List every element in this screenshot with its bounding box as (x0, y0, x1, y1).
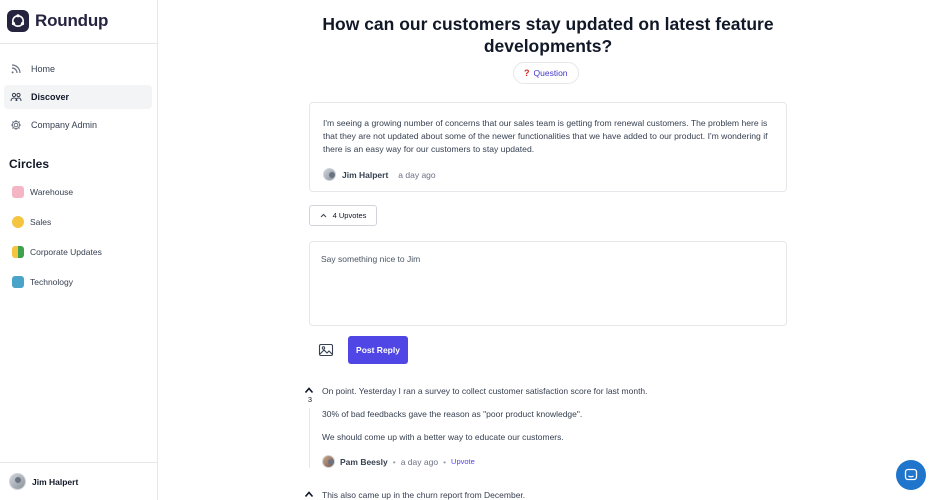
question-mark-icon: ? (524, 68, 530, 78)
separator-dot: • (392, 456, 396, 467)
rss-icon (11, 64, 21, 74)
brand[interactable]: Roundup (7, 10, 108, 32)
comment-body: On point. Yesterday I ran a survey to co… (322, 386, 792, 468)
comment: 3 On point. Yesterday I ran a survey to … (304, 386, 804, 476)
chevron-up-icon[interactable] (304, 490, 314, 498)
comment-paragraph: On point. Yesterday I ran a survey to co… (322, 386, 648, 396)
vote-count: 3 (307, 395, 313, 404)
circle-item-label: Warehouse (30, 187, 74, 197)
question-badge-label: Question (533, 68, 568, 78)
upvote-link[interactable]: Upvote (451, 457, 475, 466)
thread-line (309, 408, 310, 468)
vote-column (304, 490, 316, 498)
circle-item-label: Sales (30, 217, 52, 227)
vote-column: 3 (304, 386, 316, 404)
current-user-name: Jim Halpert (32, 476, 79, 487)
circles-list: Warehouse Sales Corporate Updates Techno… (4, 180, 152, 300)
money-face-emoji-icon (12, 216, 24, 228)
robot-emoji-icon (12, 276, 24, 288)
image-upload-icon[interactable] (318, 342, 334, 358)
nav-item-home[interactable]: Home (4, 57, 152, 81)
chat-launcher-button[interactable] (896, 460, 926, 490)
circle-item-technology[interactable]: Technology (4, 270, 152, 294)
circle-item-label: Technology (30, 277, 74, 287)
divider (0, 43, 157, 44)
comment-paragraph: This also came up in the churn report fr… (322, 490, 526, 500)
timestamp: a day ago (398, 169, 436, 180)
nav-item-discover[interactable]: Discover (4, 85, 152, 109)
comment-paragraph: 30% of bad feedbacks gave the reason as … (322, 409, 583, 419)
comment-body: This also came up in the churn report fr… (322, 490, 792, 500)
post-reply-button[interactable]: Post Reply (348, 336, 408, 364)
gear-icon (11, 120, 21, 130)
avatar[interactable] (322, 455, 335, 468)
comment: This also came up in the churn report fr… (304, 490, 804, 500)
separator-dot: • (443, 456, 447, 467)
chevron-up-icon (320, 213, 326, 218)
circle-item-label: Corporate Updates (30, 247, 102, 257)
circle-item-warehouse[interactable]: Warehouse (4, 180, 152, 204)
circle-item-sales[interactable]: Sales (4, 210, 152, 234)
upvote-button[interactable]: 4 Upvotes (309, 205, 377, 226)
chevron-up-icon[interactable] (304, 386, 314, 394)
question-meta: Jim Halpert a day ago (323, 168, 436, 181)
brand-name: Roundup (35, 11, 109, 30)
page-title: How can our customers stay updated on la… (322, 14, 774, 56)
author-name[interactable]: Pam Beesly (340, 457, 388, 467)
roundup-logo-icon (7, 10, 29, 32)
comment-paragraph: We should come up with a better way to e… (322, 432, 564, 442)
question-badge: ? Question (513, 62, 579, 84)
nav-item-label: Discover (31, 92, 70, 102)
author-name[interactable]: Jim Halpert (342, 170, 388, 180)
beginner-emoji-icon (12, 246, 24, 258)
avatar[interactable] (323, 168, 336, 181)
main-nav: Home Discover Company Admin (4, 57, 152, 141)
nav-item-label: Home (31, 64, 56, 74)
nav-item-label: Company Admin (31, 120, 98, 130)
current-user[interactable]: Jim Halpert (0, 462, 157, 500)
upvote-count-label: 4 Upvotes (332, 211, 367, 220)
warehouse-emoji-icon (12, 186, 24, 198)
comment-meta: Pam Beesly • a day ago • Upvote (322, 455, 792, 468)
question-body: I'm seeing a growing number of concerns … (323, 118, 768, 154)
reply-input[interactable] (309, 241, 787, 326)
main-content: How can our customers stay updated on la… (158, 0, 938, 500)
nav-item-company-admin[interactable]: Company Admin (4, 113, 152, 137)
circles-heading: Circles (9, 157, 50, 171)
avatar (9, 473, 26, 490)
sidebar: Roundup Home Discover Company Admin Circ… (0, 0, 158, 500)
question-card: I'm seeing a growing number of concerns … (309, 102, 787, 192)
chat-icon (904, 468, 918, 481)
circle-item-corporate-updates[interactable]: Corporate Updates (4, 240, 152, 264)
timestamp: a day ago (400, 456, 439, 467)
people-icon (10, 92, 22, 102)
